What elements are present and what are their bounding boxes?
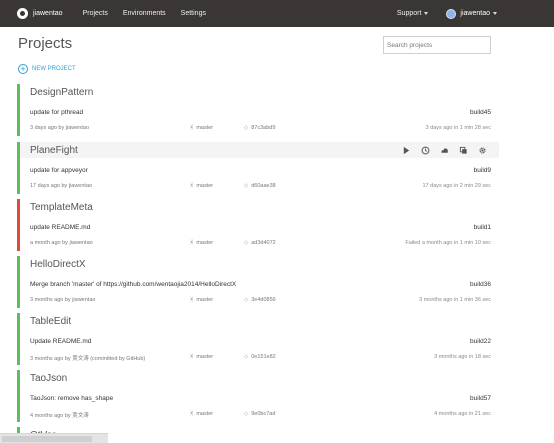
nav-projects[interactable]: Projects: [83, 10, 108, 17]
project-card[interactable]: TemplateMeta update README.md build1 a m…: [17, 199, 499, 251]
commit-id: ◇ 9e0bc7ad: [244, 411, 275, 417]
project-name[interactable]: TemplateMeta: [20, 199, 499, 215]
horizontal-scrollbar[interactable]: [0, 433, 108, 443]
branch-label: ᚸ master: [190, 354, 213, 360]
branch-icon: ᚸ: [190, 297, 194, 303]
project-card[interactable]: PlaneFight update for appveyor build9 17…: [17, 142, 499, 194]
commit-message: Merge branch 'master' of https://github.…: [30, 281, 237, 288]
branch-label: ᚸ master: [190, 297, 213, 303]
commit-message: Update README.md: [30, 338, 92, 345]
commit-message: update for appveyor: [30, 167, 88, 174]
branch-label: ᚸ master: [190, 240, 213, 246]
build-number[interactable]: build22: [470, 338, 491, 345]
build-status: 3 months ago in 18 sec: [434, 354, 491, 360]
commit-icon: ◇: [244, 411, 249, 417]
commit-message: update README.md: [30, 224, 91, 231]
account-name[interactable]: jiawentao: [33, 10, 63, 17]
commit-id: ◇ d60aae38: [244, 183, 276, 189]
build-number[interactable]: build45: [470, 109, 491, 116]
play-icon[interactable]: [401, 145, 411, 155]
branch-icon: ᚸ: [190, 183, 194, 189]
build-number[interactable]: build9: [474, 167, 491, 174]
commit-id: ◇ 3e4d0856: [244, 297, 276, 303]
project-name[interactable]: HelloDirectX: [20, 256, 499, 272]
branch-icon: ᚸ: [190, 240, 194, 246]
build-status: 3 months ago in 1 min 36 sec: [419, 297, 491, 303]
nav-settings[interactable]: Settings: [181, 10, 206, 17]
branch-label: ᚸ master: [190, 411, 213, 417]
topbar-right: Support jiawentao: [397, 8, 497, 19]
commit-hash: 3e4d0856: [251, 297, 276, 303]
branch-name: master: [196, 411, 214, 417]
commit-id: ◇ 87c3abd9: [244, 125, 275, 131]
deploy-icon[interactable]: [439, 145, 449, 155]
page-title: Projects: [18, 35, 73, 52]
commit-meta: a month ago by jiawentao: [30, 240, 93, 246]
commit-hash: 9e0bc7ad: [251, 411, 276, 417]
project-card[interactable]: DesignPattern update for pthread build45…: [17, 84, 499, 136]
commit-icon: ◇: [244, 240, 249, 246]
chevron-down-icon[interactable]: [424, 12, 429, 15]
build-status: 4 months ago in 21 sec: [434, 411, 491, 417]
commit-meta: 17 days ago by jiawentao: [30, 183, 93, 189]
project-actions: [401, 145, 487, 155]
commit-icon: ◇: [244, 297, 249, 303]
build-number[interactable]: build1: [474, 224, 491, 231]
commit-meta: 3 days ago by jiawentao: [30, 125, 90, 131]
commit-hash: d60aae38: [251, 183, 276, 189]
commit-hash: ad3d4072: [251, 240, 276, 246]
commit-icon: ◇: [244, 354, 249, 360]
branch-icon: ᚸ: [190, 354, 194, 360]
commit-icon: ◇: [244, 125, 249, 131]
commit-id: ◇ ad3d4072: [244, 240, 276, 246]
branch-label: ᚸ master: [190, 125, 213, 131]
commit-meta: 4 months ago by 贾文涛: [30, 413, 89, 419]
commit-hash: 87c3abd9: [251, 125, 276, 131]
project-name[interactable]: DesignPattern: [20, 84, 499, 100]
project-card[interactable]: TaoJson TaoJson: remove has_shape build5…: [17, 370, 499, 422]
user-menu[interactable]: jiawentao: [460, 10, 490, 17]
commit-message: update for pthread: [30, 109, 84, 116]
commit-icon: ◇: [244, 183, 249, 189]
build-status: 3 days ago in 1 min 28 sec: [425, 125, 491, 131]
branch-name: master: [196, 240, 214, 246]
branch-name: master: [196, 297, 214, 303]
branch-name: master: [196, 125, 214, 131]
branch-name: master: [196, 183, 214, 189]
branch-icon: ᚸ: [190, 125, 194, 131]
commit-meta: 3 months ago by 贾文涛 (committed by GitHub…: [30, 356, 146, 362]
branch-name: master: [196, 354, 214, 360]
commit-meta: 3 months ago by jiawentao: [30, 297, 96, 303]
branch-label: ᚸ master: [190, 183, 213, 189]
build-status: Failed a month ago in 1 min 10 sec: [405, 240, 491, 246]
plus-icon: +: [18, 64, 28, 74]
branch-icon: ᚸ: [190, 411, 194, 417]
project-name[interactable]: TaoJson: [20, 370, 499, 386]
commit-hash: 0e151e82: [251, 354, 276, 360]
chevron-down-icon[interactable]: [493, 12, 497, 15]
gear-icon[interactable]: [477, 145, 487, 155]
new-project-label: NEW PROJECT: [32, 66, 76, 72]
avatar[interactable]: [446, 8, 457, 19]
commit-message: TaoJson: remove has_shape: [30, 395, 114, 402]
top-navbar: jiawentao Projects Environments Settings…: [0, 0, 554, 27]
project-name[interactable]: TableEdit: [20, 313, 499, 329]
scrollbar-thumb[interactable]: [2, 436, 92, 442]
nav-environments[interactable]: Environments: [123, 10, 166, 17]
commit-id: ◇ 0e151e82: [244, 354, 276, 360]
build-number[interactable]: build36: [470, 281, 491, 288]
build-status: 17 days ago in 2 min 29 sec: [422, 183, 492, 189]
build-number[interactable]: build57: [470, 395, 491, 402]
project-card[interactable]: TableEdit Update README.md build22 3 mon…: [17, 313, 499, 365]
history-icon[interactable]: [420, 145, 430, 155]
new-project-button[interactable]: + NEW PROJECT: [18, 64, 76, 74]
search-input[interactable]: [383, 36, 491, 54]
project-card[interactable]: HelloDirectX Merge branch 'master' of ht…: [17, 256, 499, 308]
support-menu[interactable]: Support: [397, 10, 422, 17]
badge-icon[interactable]: [458, 145, 468, 155]
appveyor-logo-icon[interactable]: [17, 8, 28, 19]
